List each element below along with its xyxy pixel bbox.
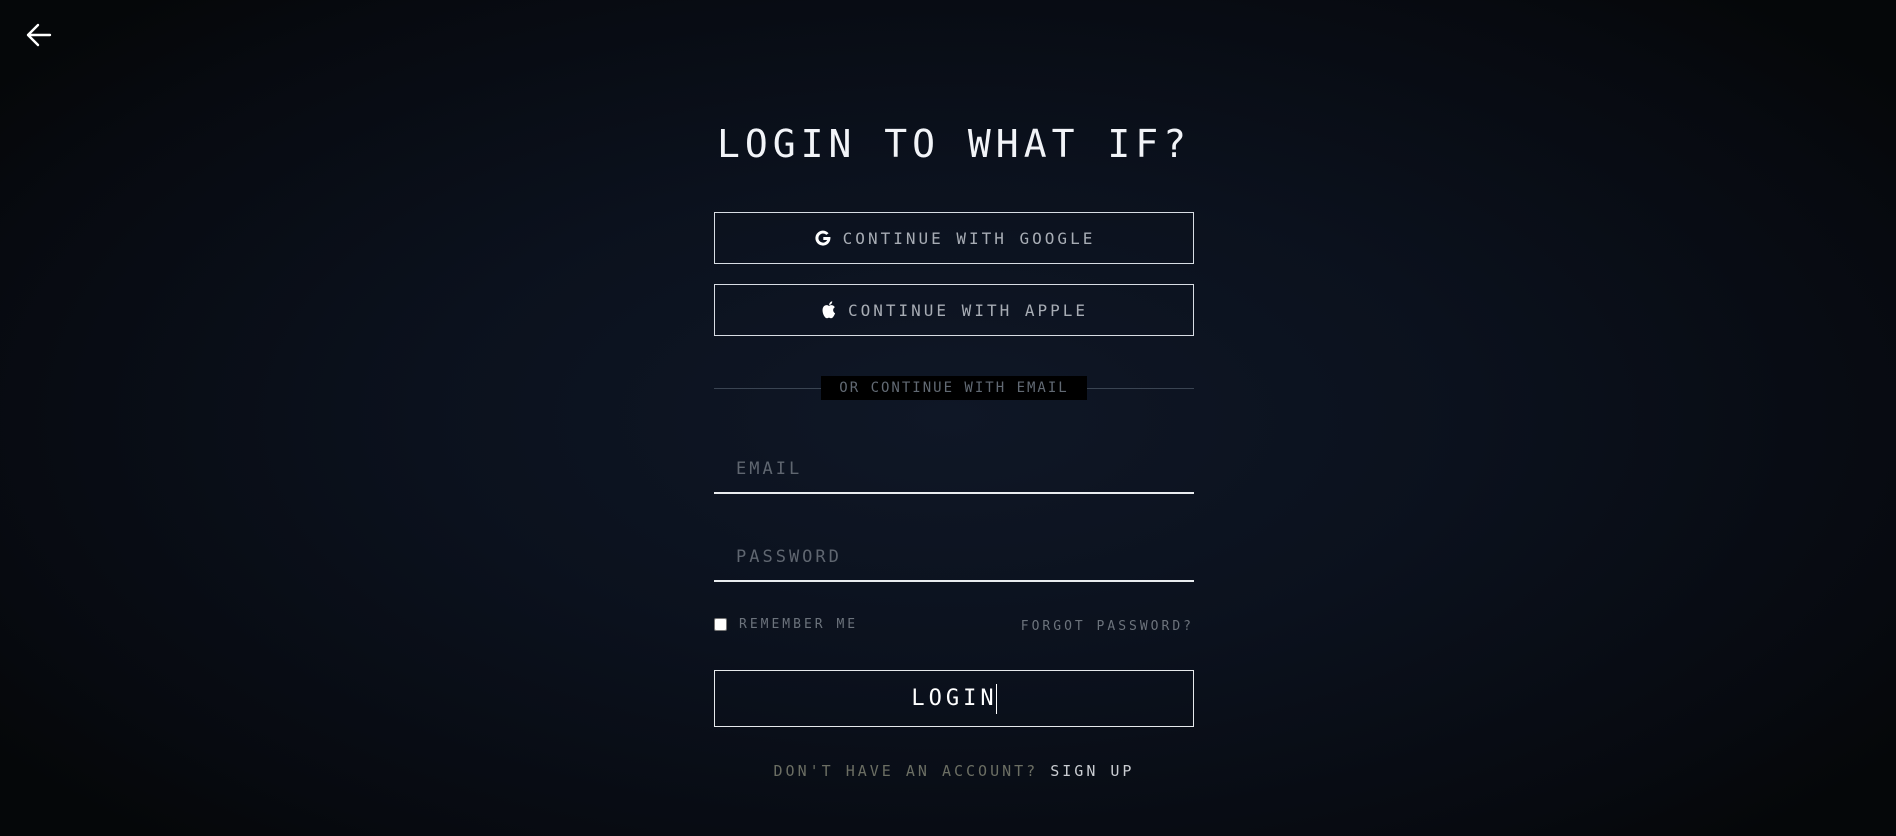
email-field[interactable]	[714, 446, 1194, 494]
continue-with-google-button[interactable]: CONTINUE WITH GOOGLE	[714, 212, 1194, 264]
remember-me-checkbox[interactable]	[714, 618, 727, 631]
apple-button-label: CONTINUE WITH APPLE	[847, 300, 1089, 320]
google-icon	[813, 228, 833, 248]
back-button[interactable]	[24, 22, 54, 48]
arrow-left-icon	[24, 22, 54, 48]
remember-me[interactable]: REMEMBER ME	[714, 617, 858, 632]
google-button-label: CONTINUE WITH GOOGLE	[842, 228, 1096, 248]
login-button[interactable]: LOGIN	[714, 670, 1194, 727]
signup-prompt-line: DON'T HAVE AN ACCOUNT? SIGN UP	[714, 762, 1194, 780]
page-title: LOGIN TO WHAT IF?	[717, 122, 1191, 166]
login-button-label: LOGIN	[911, 686, 998, 711]
remember-me-label: REMEMBER ME	[739, 617, 859, 632]
apple-icon	[820, 300, 838, 320]
continue-with-apple-button[interactable]: CONTINUE WITH APPLE	[714, 284, 1194, 336]
or-divider: OR CONTINUE WITH EMAIL	[714, 376, 1194, 400]
text-caret	[995, 683, 997, 714]
divider-text: OR CONTINUE WITH EMAIL	[821, 376, 1087, 400]
signup-link[interactable]: SIGN UP	[1050, 762, 1134, 780]
signup-prompt: DON'T HAVE AN ACCOUNT?	[773, 762, 1051, 780]
password-field[interactable]	[714, 534, 1194, 582]
forgot-password-link[interactable]: FORGOT PASSWORD?	[1021, 619, 1194, 634]
